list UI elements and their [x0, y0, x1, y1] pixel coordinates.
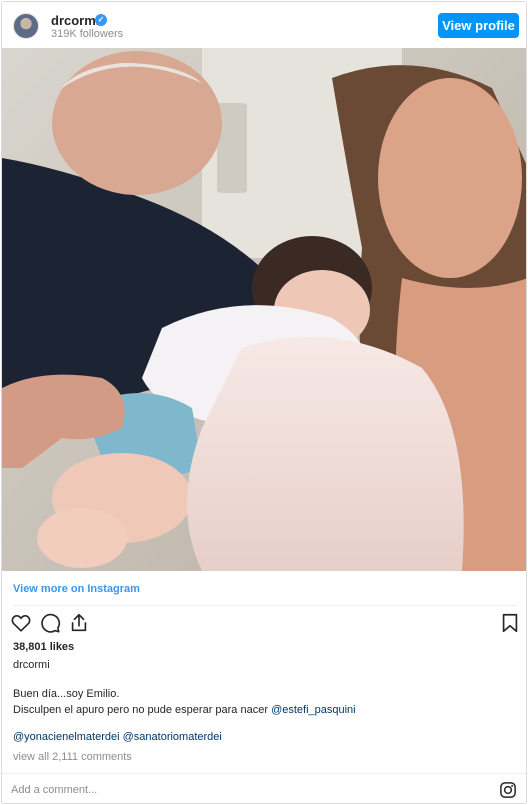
- divider: [13, 605, 517, 606]
- view-profile-button[interactable]: View profile: [438, 13, 519, 38]
- tagged-accounts: @yonacienelmaterdei @sanatoriomaterdei: [13, 731, 222, 743]
- post-photo[interactable]: [2, 48, 526, 571]
- comment-icon[interactable]: [39, 612, 61, 634]
- caption-username[interactable]: drcormi: [13, 659, 50, 671]
- caption-line-1: Buen día...soy Emilio.: [13, 688, 120, 700]
- action-bar: [2, 612, 526, 636]
- tag-link[interactable]: @yonacienelmaterdei: [13, 731, 120, 743]
- followers-count: 319K followers: [51, 28, 124, 40]
- verified-badge-icon: ✓: [95, 14, 107, 26]
- username-link[interactable]: drcormi: [51, 13, 99, 28]
- mention-link[interactable]: @estefi_pasquini: [271, 704, 356, 716]
- avatar[interactable]: [13, 13, 39, 39]
- instagram-embed-card: drcormi ✓ 319K followers View profile Vi…: [1, 1, 527, 804]
- add-comment-bar: [2, 773, 526, 803]
- share-icon[interactable]: [68, 612, 90, 634]
- likes-count[interactable]: 38,801 likes: [13, 641, 74, 653]
- view-all-comments-link[interactable]: view all 2,111 comments: [13, 751, 132, 763]
- tag-link[interactable]: @sanatoriomaterdei: [123, 731, 222, 743]
- bookmark-icon[interactable]: [499, 612, 521, 634]
- heart-icon[interactable]: [10, 612, 32, 634]
- post-header: drcormi ✓ 319K followers View profile: [2, 2, 526, 48]
- caption-line-2: Disculpen el apuro pero no pude esperar …: [13, 704, 356, 716]
- photo-illustration: [2, 48, 526, 571]
- caption-text: Disculpen el apuro pero no pude esperar …: [13, 704, 272, 716]
- instagram-logo-icon[interactable]: [499, 781, 517, 799]
- add-comment-input[interactable]: [11, 782, 451, 798]
- view-more-link[interactable]: View more on Instagram: [13, 583, 140, 595]
